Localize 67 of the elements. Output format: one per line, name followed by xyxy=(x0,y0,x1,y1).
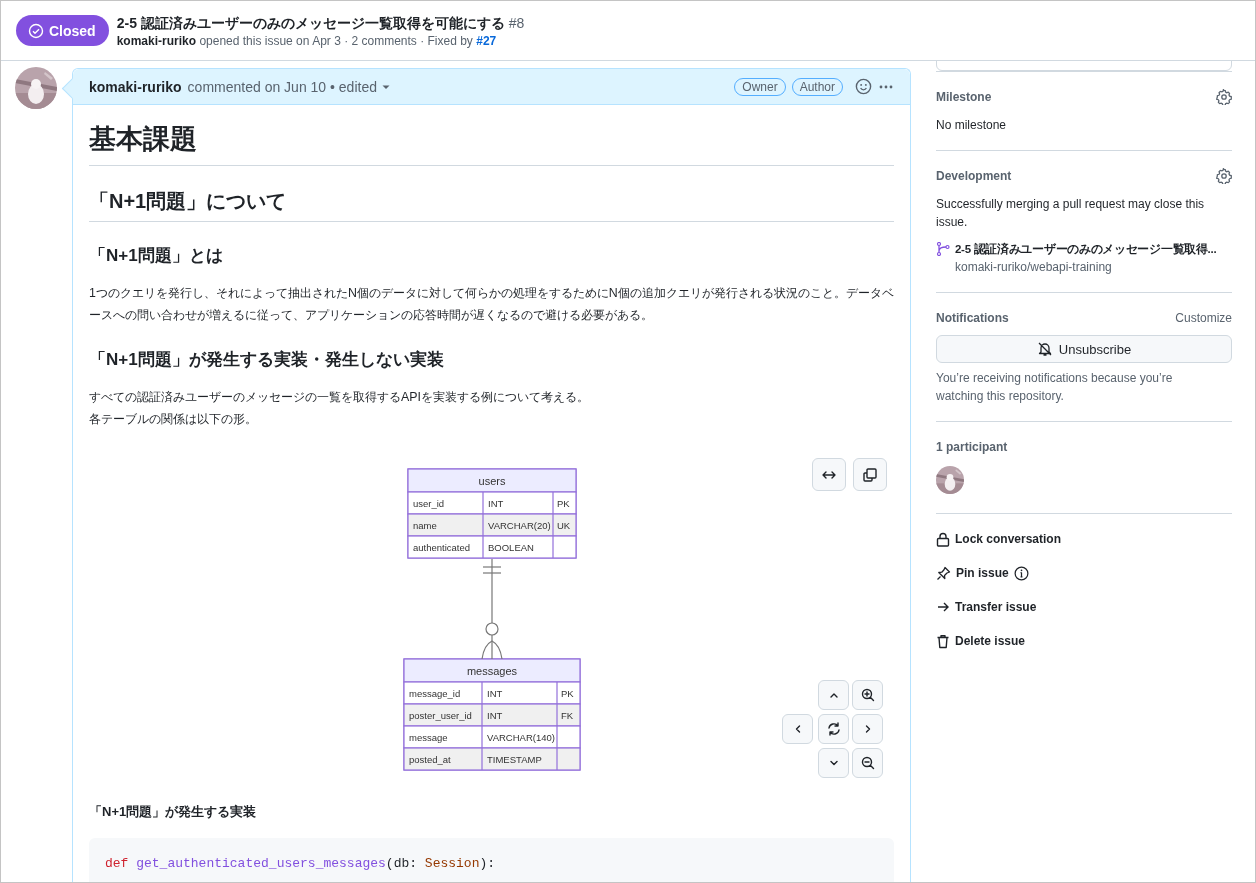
field-name: message_id xyxy=(409,688,461,699)
zoom-in-icon[interactable] xyxy=(852,680,883,710)
arrow-right-icon xyxy=(936,600,950,614)
customize-link[interactable]: Customize xyxy=(1175,309,1232,327)
comment-meta: commented on Jun 10 • edited xyxy=(187,78,377,95)
author-link[interactable]: komaki-ruriko xyxy=(89,78,182,95)
status-badge: Closed xyxy=(16,15,109,46)
field-type: VARCHAR(140) xyxy=(487,732,555,743)
section-heading: Development xyxy=(936,168,1012,185)
heading: 「N+1問題」が発生する実装 xyxy=(89,803,258,821)
bell-slash-icon xyxy=(1036,341,1053,357)
pin-icon xyxy=(936,565,951,581)
development-text: Successfully merging a pull request may close this issue. xyxy=(936,196,1206,231)
lock-icon xyxy=(936,531,950,547)
zoom-out-icon[interactable] xyxy=(852,748,883,778)
unsubscribe-button[interactable]: Unsubscribe xyxy=(936,335,1232,363)
gear-icon[interactable] xyxy=(1216,168,1232,184)
entity-name: users xyxy=(478,475,506,487)
copy-icon[interactable] xyxy=(853,458,887,491)
field-name: user_id xyxy=(413,498,445,509)
field-key: FK xyxy=(561,710,574,721)
field-type: TIMESTAMP xyxy=(487,754,542,765)
repository-name: komaki-ruriko/webapi-training xyxy=(955,259,1113,276)
linked-pull-request[interactable]: 2-5 認証済みユーザーのみのメッセージ一覧取得... xyxy=(955,240,1217,258)
info-icon[interactable] xyxy=(1013,565,1029,581)
heading: 「N+1問題」が発生する実装・発生しない実装 xyxy=(89,349,445,371)
entity-name: messages xyxy=(466,665,518,677)
smiley-icon[interactable] xyxy=(855,78,872,95)
field-key: PK xyxy=(557,498,570,509)
sidebar-action[interactable]: Pin issue xyxy=(956,566,1009,580)
field-type: INT xyxy=(488,498,504,509)
paragraph: 各テーブルの関係は以下の形。 xyxy=(89,411,258,428)
sidebar-action[interactable]: Delete issue xyxy=(955,634,1026,648)
issue-meta: opened this issue on Apr 3 · 2 comments · Fixed by xyxy=(199,33,473,48)
field-type: INT xyxy=(487,710,503,721)
milestone-value: No milestone xyxy=(936,117,1008,134)
paragraph: 1つのクエリを発行し、それによって抽出されたN個のデータに対して何らかの処理をするためにN個の追加クエリが発行される状況のこと。データベースへの問い合わせが増えるに従って、アプリケーションの応答時間が遅くなるので避ける必要がある。 xyxy=(89,285,894,324)
sidebar-action[interactable]: Transfer issue xyxy=(955,600,1037,614)
section-heading: 1 participant xyxy=(936,439,1008,456)
issue-title: 2-5 認証済みユーザーのみのメッセージ一覧取得を可能にする xyxy=(116,14,505,31)
sidebar-action[interactable]: Lock conversation xyxy=(955,532,1062,546)
field-name: name xyxy=(413,520,437,531)
expand-icon[interactable] xyxy=(812,458,846,491)
issue-number: #8 xyxy=(508,14,525,31)
field-type: BOOLEAN xyxy=(488,542,534,553)
field-name: posted_at xyxy=(409,754,451,765)
code-line: def get_authenticated_users_messages(db: Session): xyxy=(105,855,497,873)
heading: 「N+1問題」について xyxy=(89,187,894,222)
heading: 「N+1問題」とは xyxy=(89,245,224,267)
gear-icon[interactable] xyxy=(1216,89,1232,105)
notification-text: You’re receiving notifications because you’re watching this repository. xyxy=(936,370,1174,405)
field-name: authenticated xyxy=(413,542,471,553)
field-key: UK xyxy=(557,520,571,531)
section-heading: Milestone xyxy=(936,89,992,106)
field-type: VARCHAR(20) xyxy=(488,520,551,531)
paragraph: すべての認証済みユーザーのメッセージの一覧を取得するAPIを実装する例について考える。 xyxy=(89,389,590,406)
branch-icon xyxy=(936,242,950,256)
pull-request-link[interactable]: #27 xyxy=(476,33,497,48)
section-heading: Notifications xyxy=(936,310,1009,327)
field-name: poster_user_id xyxy=(409,710,472,721)
trash-icon xyxy=(936,633,950,649)
field-name: message xyxy=(409,732,448,743)
heading: 基本課題 xyxy=(89,122,894,166)
field-type: INT xyxy=(487,688,503,699)
author-link[interactable]: komaki-ruriko xyxy=(116,33,197,48)
reset-icon[interactable] xyxy=(818,714,849,744)
field-key: PK xyxy=(561,688,574,699)
